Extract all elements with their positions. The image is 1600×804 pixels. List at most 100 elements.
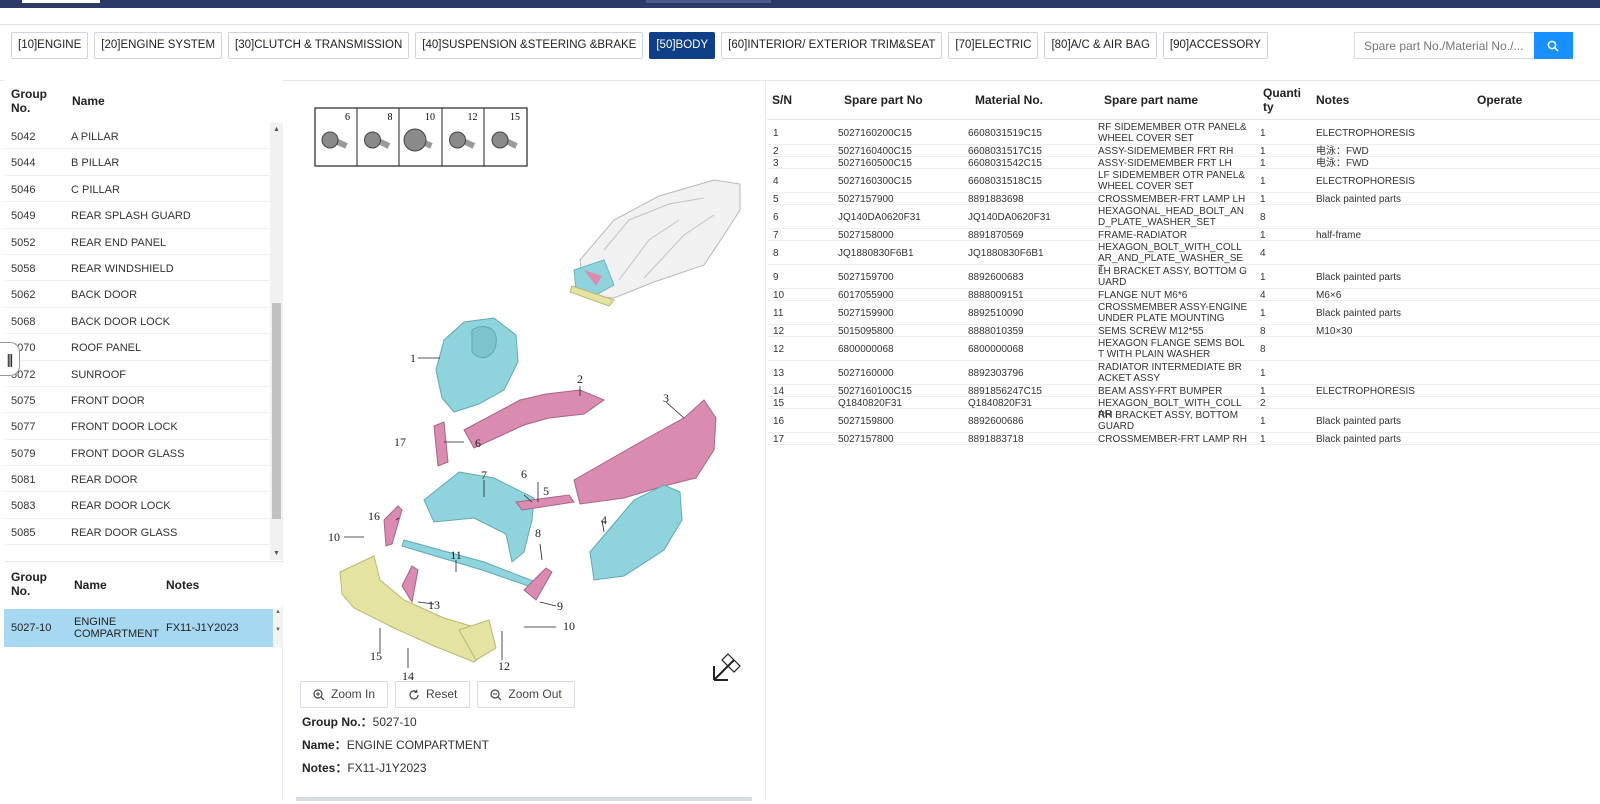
group-row[interactable]: 5081 REAR DOOR	[4, 466, 270, 493]
sub-table-header: Group No. Name Notes	[4, 561, 283, 606]
category-tab[interactable]: [60]INTERIOR/ EXTERIOR TRIM&SEAT	[721, 32, 943, 59]
category-tab[interactable]: [10]ENGINE	[11, 32, 89, 59]
detail-name: Name：ENGINE COMPARTMENT	[302, 736, 489, 753]
group-row[interactable]: 5044 B PILLAR	[4, 149, 270, 176]
category-tab[interactable]: [90]ACCESSORY	[1162, 32, 1269, 59]
part-row[interactable]: 5 5027157900 8891883698 CROSSMEMBER-FRT LAM…	[767, 193, 1600, 205]
part-spare: JQ1880830F6B1	[838, 248, 914, 259]
part-name: CROSSMEMBER-FRT LAMP RH	[1098, 434, 1247, 445]
group-row[interactable]: 5083 REAR DOOR LOCK	[4, 492, 270, 519]
group-name: FRONT DOOR GLASS	[71, 447, 185, 460]
part-notes: M6×6	[1316, 290, 1342, 301]
group-no: 5062	[11, 289, 36, 302]
part-sn: 13	[773, 368, 785, 379]
group-row[interactable]: 5070 ROOF PANEL	[4, 334, 270, 361]
expand-arrow-icon[interactable]	[713, 653, 741, 681]
group-list: 5042 A PILLAR 5044 B PILLAR 5046 C PILLAR 5049…	[4, 123, 270, 546]
col-notes: Notes	[1316, 93, 1350, 107]
part-row[interactable]: 12 6800000068 6800000068 HEXAGON FLANGE SEM…	[767, 337, 1600, 361]
part-16-shape[interactable]	[383, 505, 403, 547]
group-row[interactable]: 5052 REAR END PANEL	[4, 229, 270, 255]
group-row[interactable]: 5079 FRONT DOOR GLASS	[4, 440, 270, 467]
part-row[interactable]: 3 5027160500C15 6608031542C15 ASSY-SIDEMEMB…	[767, 157, 1600, 169]
group-no: 5042	[11, 131, 36, 143]
group-row[interactable]: 5072 SUNROOF	[4, 361, 270, 387]
part-7-shape[interactable]	[423, 471, 535, 563]
callout-label: 10	[328, 530, 340, 544]
part-spare: 5027160100C15	[838, 386, 912, 397]
reset-button[interactable]: Reset	[395, 681, 471, 708]
part-13-shape[interactable]	[401, 565, 419, 604]
category-tab[interactable]: [30]CLUTCH & TRANSMISSION	[228, 32, 410, 59]
category-tab[interactable]: [20]ENGINE SYSTEM	[94, 32, 223, 59]
group-row[interactable]: 5046 C PILLAR	[4, 176, 270, 203]
scroll-down-icon[interactable]: ▼	[270, 547, 283, 560]
col-material-no: Material No.	[975, 93, 1044, 107]
part-row[interactable]: 9 5027159700 8892600683 LH BRACKET ASSY, BO…	[767, 265, 1600, 289]
group-list-scrollbar[interactable]: ▲ ▼	[270, 123, 283, 560]
sub-table-scrollbar[interactable]: ▲ ▼	[273, 609, 283, 647]
part-qty: 4	[1260, 248, 1266, 259]
part-notes: 电泳：FWD	[1316, 158, 1369, 169]
part-spare: 5027157800	[838, 434, 894, 445]
part-row[interactable]: 16 5027159800 8892600686 RH BRACKET ASSY, B…	[767, 409, 1600, 433]
part-17-shape[interactable]	[433, 421, 449, 467]
group-row[interactable]: 5075 FRONT DOOR	[4, 387, 270, 414]
scroll-up-icon[interactable]: ▲	[270, 123, 283, 136]
group-row[interactable]: 5068 BACK DOOR LOCK	[4, 308, 270, 335]
group-no: 5081	[11, 474, 36, 487]
part-row[interactable]: 6 JQ140DA0620F31 JQ140DA0620F31 HEXAGONAL_H…	[767, 205, 1600, 229]
part-material: 6608031517C15	[968, 146, 1042, 157]
part-notes: Black painted parts	[1316, 308, 1402, 319]
category-tab[interactable]: [50]BODY	[649, 32, 716, 59]
part-spare: 5027159700	[838, 272, 894, 283]
part-spare: JQ140DA0620F31	[838, 212, 921, 223]
category-tab[interactable]: [80]A/C & AIR BAG	[1044, 32, 1157, 59]
part-row[interactable]: 7 5027158000 8891870569 FRAME-RADIATOR 1 half…	[767, 229, 1600, 241]
part-qty: 1	[1260, 308, 1266, 319]
category-tab[interactable]: [40]SUSPENSION &STEERING &BRAKE	[415, 32, 644, 59]
part-row[interactable]: 13 5027160000 8892303796 RADIATOR INTERMEDI…	[767, 361, 1600, 385]
fastener-label: 10	[425, 112, 435, 123]
zoom-out-button[interactable]: Zoom Out	[477, 681, 575, 708]
search-button[interactable]	[1533, 32, 1573, 59]
callout-label: 9	[557, 599, 563, 613]
part-sn: 5	[773, 194, 779, 205]
col-quantity: Quantity	[1263, 86, 1301, 114]
group-row[interactable]: 5049 REAR SPLASH GUARD	[4, 202, 270, 229]
zoom-in-button[interactable]: Zoom In	[300, 681, 389, 708]
col-name: Name	[72, 94, 105, 108]
callout-label: 15	[370, 649, 382, 663]
part-row[interactable]: 8 JQ1880830F6B1 JQ1880830F6B1 HEXAGON_BOLT_…	[767, 241, 1600, 275]
group-row[interactable]: 5085 REAR DOOR GLASS	[4, 519, 270, 546]
group-row[interactable]: 5077 FRONT DOOR LOCK	[4, 413, 270, 440]
part-row[interactable]: 14 5027160100C15 8891856247C15 BEAM ASSY-FR…	[767, 385, 1600, 397]
category-tab[interactable]: [70]ELECTRIC	[948, 32, 1039, 59]
group-row[interactable]: 5058 REAR WINDSHIELD	[4, 255, 270, 282]
part-qty: 1	[1260, 176, 1266, 187]
part-row[interactable]: 4 5027160300C15 6608031518C15 LF SIDEMEMBER…	[767, 169, 1600, 193]
part-sn: 15	[773, 398, 785, 409]
part-row[interactable]: 2 5027160400C15 6608031517C15 ASSY-SIDEMEMB…	[767, 145, 1600, 157]
part-row[interactable]: 10 6017055900 8888009151 FLANGE NUT M6*6 4 M6…	[767, 289, 1600, 301]
part-row[interactable]: 15 Q1840820F31 Q1840820F31 HEXAGON_BOLT_WIT…	[767, 397, 1600, 420]
part-row[interactable]: 11 5027159900 8892510090 CROSSMEMBER ASSY-E…	[767, 301, 1600, 325]
group-row[interactable]: 5042 A PILLAR	[4, 123, 270, 150]
diagram-scrollbar[interactable]	[296, 797, 752, 801]
exploded-parts-diagram[interactable]: 6 8 10 12 15 123456678910101112131415161…	[284, 100, 766, 690]
part-3-shape[interactable]	[573, 399, 717, 505]
detail-name-value: ENGINE COMPARTMENT	[346, 738, 489, 752]
part-row[interactable]: 12 5015095800 8888010359 SEMS SCREW M12*55 8…	[767, 325, 1600, 337]
part-name: RADIATOR INTERMEDIATE BRACKET ASSY	[1098, 362, 1242, 384]
part-row[interactable]: 1 5027160200C15 6608031519C15 RF SIDEMEMBER…	[767, 121, 1600, 145]
panel-collapse-handle[interactable]: |||	[0, 342, 20, 376]
scroll-thumb[interactable]	[272, 303, 281, 519]
selected-group-row[interactable]: 5027-10 ENGINE COMPARTMENT FX11-J1Y2023	[4, 609, 273, 647]
callout-label: 13	[428, 598, 440, 612]
part-spare: 5027159800	[838, 416, 894, 427]
search-input[interactable]	[1354, 32, 1534, 59]
part-row[interactable]: 17 5027157800 8891883718 CROSSMEMBER-FRT LA…	[767, 433, 1600, 445]
group-name: REAR END PANEL	[71, 236, 167, 249]
group-row[interactable]: 5062 BACK DOOR	[4, 281, 270, 308]
group-name: SUNROOF	[71, 368, 126, 381]
